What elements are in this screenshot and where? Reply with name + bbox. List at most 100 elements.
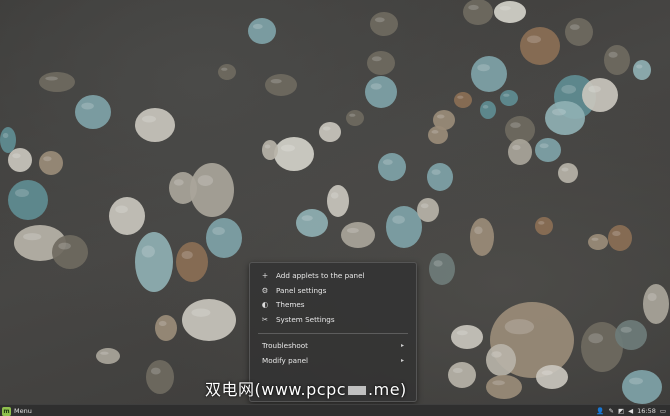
pebble [588,234,608,250]
pebble [155,315,177,341]
pebble-highlight [510,122,521,128]
pebble-highlight [100,351,109,355]
pebble [565,18,593,46]
pebble-highlight [538,221,545,225]
pebble [296,209,328,237]
gear-icon: ⚙ [261,285,269,295]
menu-item-add-applets[interactable]: + Add applets to the panel [250,269,416,284]
pebble-highlight [468,4,479,11]
wrench-icon: ✂ [261,314,269,324]
pebble-highlight [512,144,521,151]
clock[interactable]: 16:58 [637,406,656,416]
pebble-highlight [45,76,58,81]
pebble [274,137,314,171]
pebble-highlight [588,85,601,93]
pebble [582,78,618,112]
pebble-highlight [452,367,463,374]
pebble [386,206,422,248]
pebble [378,153,406,181]
menu-item-panel-settings[interactable]: ⚙ Panel settings [250,284,416,299]
watermark-redaction-block [348,386,367,395]
pebble [471,56,507,92]
pebble-highlight [2,132,9,139]
show-desktop-icon[interactable]: ▭ [660,406,666,416]
pebble-highlight [264,144,271,149]
pebble-highlight [612,230,621,237]
pebble-highlight [371,56,382,62]
menu-item-label: Add applets to the panel [276,271,365,280]
watermark: 双电网(www.pcpc .me) [205,377,407,403]
menu-item-troubleshoot[interactable]: Troubleshoot ▸ [250,339,416,354]
pebble-highlight [173,179,184,186]
pebble-highlight [491,351,502,358]
chevron-right-icon: ▸ [400,356,404,364]
pebble [262,140,278,160]
menu-button[interactable]: m Menu [2,406,32,416]
pebble [370,12,398,36]
user-icon[interactable]: 👤 [596,406,604,416]
pebble-highlight [322,126,331,131]
pebble [248,18,276,44]
pebble [429,253,455,285]
pebble-highlight [349,113,356,117]
system-tray: 👤 ✎ ◩ ◀ 16:58 ▭ [596,406,666,416]
menu-item-themes[interactable]: ◐ Themes [250,298,416,313]
pebble-highlight [81,102,94,110]
pen-icon[interactable]: ✎ [609,406,614,416]
network-icon[interactable]: ◩ [618,406,624,416]
pebble-highlight [392,215,405,224]
palette-icon: ◐ [261,300,269,309]
pebble-highlight [620,326,632,333]
menu-item-modify-panel[interactable]: Modify panel ▸ [250,354,416,369]
pebble [604,45,630,75]
pebble-highlight [221,67,228,71]
pebble-highlight [541,370,553,376]
pebble [346,110,364,126]
menu-item-label: Troubleshoot [262,341,308,350]
menu-button-label: Menu [14,407,32,415]
pebble [39,151,63,175]
pebble-highlight [58,242,71,250]
pebble-highlight [281,144,295,152]
pebble [536,365,568,389]
watermark-text-before: 双电网(www.pcpc [205,380,347,399]
pebble-highlight [474,226,483,235]
pebble [169,172,197,204]
chevron-right-icon: ▸ [400,342,404,349]
pebble [135,108,175,142]
pebble [486,375,522,399]
pebble-highlight [561,84,577,94]
pebble [558,163,578,183]
volume-icon[interactable]: ◀ [628,406,633,416]
pebble [367,51,395,75]
pebble-highlight [12,153,21,159]
pebble-highlight [181,251,193,259]
pebble [218,64,236,80]
pebble-highlight [527,35,541,44]
menu-separator [258,333,408,334]
pebble-highlight [552,108,566,116]
pebble [622,370,662,404]
pebble-highlight [591,237,599,241]
pebble [520,27,560,65]
pebble [535,138,561,162]
pebble [52,235,88,269]
pebble [608,225,632,251]
menu-item-system-settings[interactable]: ✂ System Settings [250,313,416,328]
plus-icon: + [261,271,269,280]
pebble [486,344,516,376]
pebble-highlight [431,169,441,175]
pebble-highlight [15,189,29,197]
pebble [417,198,439,222]
menu-item-label: System Settings [276,314,335,324]
pebble-highlight [191,308,211,317]
pebble [470,218,494,256]
pebble-highlight [636,64,643,69]
pebble [319,122,341,142]
pebble [327,185,349,217]
pebble [535,217,553,235]
pebble [428,126,448,144]
pebble [508,139,532,165]
bottom-panel[interactable]: m Menu 👤 ✎ ◩ ◀ 16:58 ▭ [0,404,670,416]
pebble [8,180,48,220]
